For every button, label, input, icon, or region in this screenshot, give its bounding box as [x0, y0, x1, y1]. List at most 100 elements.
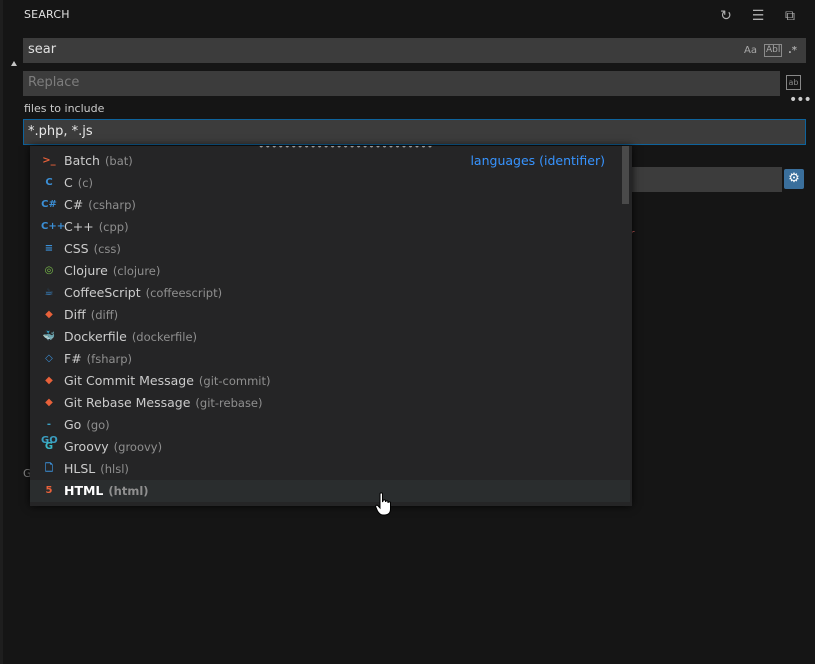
language-id: (clojure) [112, 264, 161, 278]
language-name: C++ [64, 219, 94, 234]
suggestion-label: CSS (css) [64, 241, 121, 256]
suggestion-item[interactable]: 🗋 HLSL (hlsl) [30, 458, 630, 480]
c-icon: C [45, 177, 53, 188]
suggestion-label: C++ (cpp) [64, 219, 129, 234]
batch-icon: >_ [42, 155, 56, 166]
suggestion-item[interactable]: ≡ CSS (css) [30, 238, 630, 260]
files-to-include-input[interactable]: *.php, *.js [23, 119, 806, 145]
suggestion-label: C# (csharp) [64, 197, 136, 212]
language-id: (css) [93, 242, 121, 256]
suggestion-item[interactable]: >_ Batch (bat) languages (identifier) [30, 150, 630, 172]
files-to-exclude-input[interactable] [630, 167, 782, 192]
git-diff-icon: ◆ [45, 309, 53, 320]
go-icon: -GO [41, 419, 58, 446]
language-name: F# [64, 351, 82, 366]
git-icon: ◆ [45, 397, 53, 408]
language-name: Git Rebase Message [64, 395, 191, 410]
language-id: (bat) [104, 154, 133, 168]
refresh-icon[interactable]: ↻ [717, 7, 735, 25]
panel-title: SEARCH [24, 8, 70, 21]
suggestion-label: Diff (diff) [64, 307, 118, 322]
suggestion-item[interactable]: 5 HTML (html) [30, 480, 630, 502]
html5-icon: 5 [45, 485, 53, 496]
suggestion-label: C (c) [64, 175, 93, 190]
language-name: Dockerfile [64, 329, 127, 344]
suggestion-label: Git Commit Message (git-commit) [64, 373, 271, 388]
coffeescript-icon: ☕ [44, 287, 54, 298]
git-icon: ◆ [45, 375, 53, 386]
groovy-icon: G [44, 441, 54, 452]
language-id: (cpp) [98, 220, 129, 234]
css-icon: ≡ [44, 243, 54, 254]
language-id: (c) [77, 176, 94, 190]
language-name: C [64, 175, 73, 190]
cpp-icon: C++ [41, 221, 66, 232]
suggestion-item[interactable]: ◆ Git Commit Message (git-commit) [30, 370, 630, 392]
suggestion-label: Groovy (groovy) [64, 439, 162, 454]
file-icon: 🗋 [44, 463, 54, 474]
suggestion-label: Batch (bat) [64, 153, 133, 168]
replace-all-icon[interactable]: ab [786, 75, 801, 90]
suggestion-item[interactable]: C++ C++ (cpp) [30, 216, 630, 238]
language-id: (go) [86, 418, 110, 432]
clear-results-icon[interactable]: ☰ [749, 7, 767, 25]
suggestion-label: Go (go) [64, 417, 110, 432]
suggestion-item[interactable]: -GO Go (go) [30, 414, 630, 446]
match-case-icon[interactable]: Aa [744, 44, 757, 57]
language-id: (csharp) [88, 198, 136, 212]
suggestion-label: Clojure (clojure) [64, 263, 160, 278]
language-id: (hlsl) [100, 462, 129, 476]
language-name: Clojure [64, 263, 108, 278]
language-name: Batch [64, 153, 100, 168]
suggestion-label: Git Rebase Message (git-rebase) [64, 395, 263, 410]
language-name: CSS [64, 241, 89, 256]
suggestion-item[interactable]: C C (c) [30, 172, 630, 194]
replace-input[interactable]: Replace [23, 71, 780, 96]
language-id: (diff) [90, 308, 119, 322]
suggestion-item[interactable]: C# C# (csharp) [30, 194, 630, 216]
language-name: Go [64, 417, 82, 432]
files-to-include-label: files to include [24, 102, 105, 115]
language-name: Groovy [64, 439, 109, 454]
suggestion-item[interactable]: ☕ CoffeeScript (coffeescript) [30, 282, 630, 304]
suggestion-item[interactable]: ◎ Clojure (clojure) [30, 260, 630, 282]
language-id: (git-commit) [198, 374, 271, 388]
suggestion-dropdown[interactable]: ••••••••••••••••••••••••••• >_ Batch (bat)… [30, 146, 632, 506]
toggle-replace-chevron-icon[interactable] [11, 61, 17, 66]
suggestion-label: HLSL (hlsl) [64, 461, 129, 476]
language-id: (groovy) [113, 440, 163, 454]
suggestion-label: CoffeeScript (coffeescript) [64, 285, 222, 300]
suggestion-item[interactable]: ◆ Git Rebase Message (git-rebase) [30, 392, 630, 414]
search-input-value: sear [28, 42, 57, 57]
language-id: (git-rebase) [195, 396, 263, 410]
suggestion-label: F# (fsharp) [64, 351, 132, 366]
files-to-include-value: *.php, *.js [28, 124, 93, 139]
language-name: HLSL [64, 461, 96, 476]
search-input[interactable]: sear Aa Abl .* [23, 38, 806, 63]
panel-edge [0, 0, 3, 664]
language-name: C# [64, 197, 84, 212]
use-exclude-settings-gear-icon[interactable]: ⚙ [784, 169, 804, 189]
language-name: HTML [64, 483, 104, 498]
match-whole-word-icon[interactable]: Abl [764, 44, 783, 57]
language-name: CoffeeScript [64, 285, 141, 300]
language-id: (fsharp) [86, 352, 133, 366]
suggestion-item[interactable]: 🐳 Dockerfile (dockerfile) [30, 326, 630, 348]
collapse-all-icon[interactable]: ⧉ [781, 7, 799, 25]
hand-cursor-icon [375, 492, 391, 516]
language-name: Git Commit Message [64, 373, 194, 388]
suggestion-label: Dockerfile (dockerfile) [64, 329, 197, 344]
language-name: Diff [64, 307, 86, 322]
language-id: (dockerfile) [131, 330, 198, 344]
clojure-icon: ◎ [44, 265, 54, 276]
toggle-details-icon[interactable]: ••• [789, 92, 812, 108]
language-id: (html) [108, 484, 149, 498]
suggestion-item[interactable]: ◇ F# (fsharp) [30, 348, 630, 370]
suggestion-item[interactable]: G Groovy (groovy) [30, 436, 630, 458]
fsharp-icon: ◇ [45, 353, 53, 364]
csharp-icon: C# [41, 199, 57, 210]
language-id: (coffeescript) [145, 286, 223, 300]
suggestion-detail: languages (identifier) [470, 153, 605, 168]
regex-icon[interactable]: .* [788, 44, 797, 57]
suggestion-item[interactable]: ◆ Diff (diff) [30, 304, 630, 326]
